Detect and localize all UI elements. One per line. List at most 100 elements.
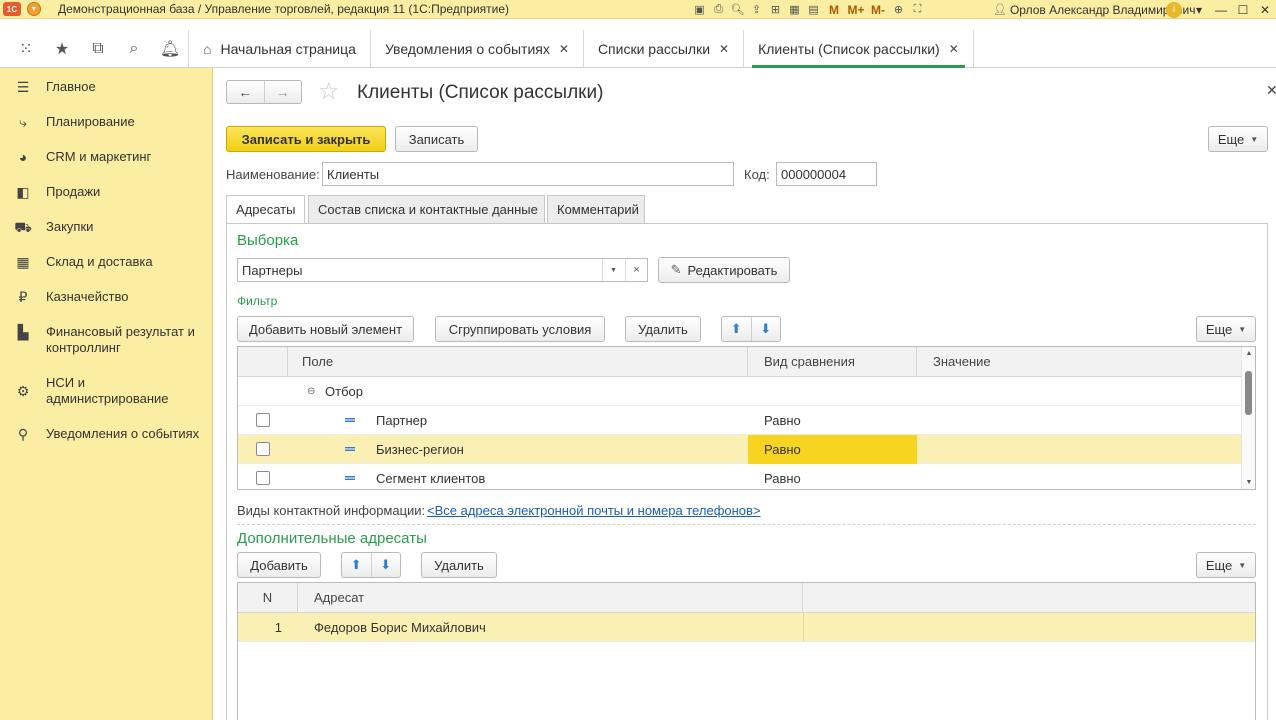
close-window-icon[interactable]: ✕ bbox=[1254, 3, 1276, 17]
cell-comparison[interactable]: Равно bbox=[748, 435, 917, 464]
tab-addressees[interactable]: Адресаты bbox=[226, 195, 305, 224]
window-title: Демонстрационная база / Управление торго… bbox=[58, 2, 510, 16]
tab-label: Начальная страница bbox=[220, 40, 356, 57]
move-buttons: ⬆ ⬇ bbox=[721, 316, 781, 342]
scroll-up-icon[interactable]: ▲ bbox=[1242, 350, 1255, 357]
title-toolbar: ▣ ⎙ 🔍︎ ⇪ ⊞ ▦ ▤ M M+ M- ⊕ ⛶ bbox=[690, 0, 927, 19]
save-button[interactable]: Записать bbox=[395, 126, 478, 152]
filter-title: Фильтр bbox=[237, 294, 278, 308]
link-icon[interactable]: ⊞ bbox=[766, 0, 785, 19]
name-field[interactable]: Клиенты bbox=[322, 162, 734, 186]
table-row[interactable]: Партнер Равно bbox=[238, 406, 1255, 435]
scroll-down-icon[interactable]: ▼ bbox=[1242, 479, 1255, 486]
sidebar-item-main[interactable]: ☰ Главное bbox=[0, 79, 213, 95]
contact-types-label: Виды контактной информации: bbox=[237, 503, 426, 518]
calendar-icon[interactable]: ▤ bbox=[804, 0, 823, 19]
move-down-icon[interactable]: ⬇ bbox=[750, 317, 781, 341]
table-row[interactable]: ⊖ Отбор bbox=[238, 377, 1255, 406]
close-form-icon[interactable]: ✕ bbox=[1266, 82, 1276, 99]
sidebar-item-purchases[interactable]: ⛟ Закупки bbox=[0, 219, 213, 235]
filter-more-button[interactable]: Еще ▼ bbox=[1196, 316, 1256, 342]
save-and-close-button[interactable]: Записать и закрыть bbox=[226, 126, 386, 152]
memory-m-button[interactable]: M bbox=[823, 0, 845, 19]
search-icon[interactable]: ⌕ bbox=[116, 30, 152, 68]
sidebar-item-planning[interactable]: ⤷ Планирование bbox=[0, 114, 213, 130]
dropdown-icon[interactable]: ▼ bbox=[602, 259, 624, 281]
clear-icon[interactable]: × bbox=[625, 259, 647, 281]
close-tab-icon[interactable]: ✕ bbox=[949, 42, 959, 56]
move-up-icon[interactable]: ⬆ bbox=[722, 317, 751, 341]
sidebar-item-sales[interactable]: ◧ Продажи bbox=[0, 184, 213, 200]
edit-button[interactable]: ✎ Редактировать bbox=[658, 257, 790, 283]
tab-home[interactable]: ⌂ Начальная страница bbox=[188, 30, 370, 67]
scrollbar[interactable]: ▲ ▼ bbox=[1241, 347, 1255, 489]
history-icon[interactable]: ⧉ bbox=[80, 30, 116, 68]
close-tab-icon[interactable]: ✕ bbox=[719, 42, 729, 56]
table-row[interactable]: Бизнес-регион Равно bbox=[238, 435, 1242, 464]
preview-icon[interactable]: 🔍︎ bbox=[728, 0, 747, 19]
more-button[interactable]: Еще ▼ bbox=[1208, 126, 1268, 152]
condition-icon bbox=[345, 418, 355, 422]
delete-addressee-button[interactable]: Удалить bbox=[421, 552, 497, 578]
contact-types-link[interactable]: <Все адреса электронной почты и номера т… bbox=[427, 503, 761, 518]
tab-comment[interactable]: Комментарий bbox=[547, 195, 645, 224]
selection-field[interactable]: Партнеры ▼ × bbox=[237, 258, 648, 282]
fullscreen-icon[interactable]: ⛶ bbox=[908, 0, 927, 19]
condition-icon bbox=[345, 476, 355, 480]
form-title: Клиенты (Список рассылки) bbox=[357, 82, 604, 103]
sidebar-item-crm[interactable]: ◕ CRM и маркетинг bbox=[0, 149, 213, 165]
minimize-icon[interactable]: — bbox=[1210, 3, 1232, 17]
back-arrow-icon[interactable]: ← bbox=[227, 81, 264, 103]
app-logo-icon: 1С bbox=[3, 2, 21, 16]
grid-header-value: Значение bbox=[917, 347, 1243, 377]
tab-mailing-lists[interactable]: Списки рассылки ✕ bbox=[582, 30, 743, 67]
favorites-star-icon[interactable]: ★ bbox=[44, 30, 80, 68]
group-conditions-button[interactable]: Сгруппировать условия bbox=[435, 316, 605, 342]
sidebar-item-event-notifications[interactable]: ⚲ Уведомления о событиях bbox=[0, 426, 213, 442]
forward-arrow-icon[interactable]: → bbox=[263, 81, 302, 103]
close-tab-icon[interactable]: ✕ bbox=[559, 42, 569, 56]
sidebar-item-treasury[interactable]: ₽ Казначейство bbox=[0, 289, 213, 305]
move-up-icon[interactable]: ⬆ bbox=[342, 553, 371, 577]
move-down-icon[interactable]: ⬇ bbox=[370, 553, 401, 577]
apps-grid-icon[interactable]: ⁙ bbox=[8, 30, 44, 68]
tab-event-notifications[interactable]: Уведомления о событиях ✕ bbox=[369, 30, 583, 67]
tab-clients-mailing-list[interactable]: Клиенты (Список рассылки) ✕ bbox=[743, 30, 974, 68]
addressees-more-button[interactable]: Еще ▼ bbox=[1196, 552, 1256, 578]
export-icon[interactable]: ⇪ bbox=[747, 0, 766, 19]
print-icon[interactable]: ⎙ bbox=[709, 0, 728, 19]
table-row[interactable]: 1 Федоров Борис Михайлович bbox=[238, 613, 1255, 642]
grid-header-check bbox=[238, 347, 288, 377]
add-button[interactable]: Добавить bbox=[237, 552, 321, 578]
notification-icon: ⚲ bbox=[17, 426, 29, 442]
sidebar-item-nsi-admin[interactable]: ⚙ НСИ и администрирование bbox=[0, 375, 213, 407]
sidebar-item-warehouse[interactable]: ▦ Склад и доставка bbox=[0, 254, 213, 270]
planning-icon: ⤷ bbox=[19, 114, 27, 130]
calculator-icon[interactable]: ▦ bbox=[785, 0, 804, 19]
main-menu-icon[interactable]: ▼ bbox=[27, 2, 41, 16]
collapse-icon[interactable]: ⊖ bbox=[307, 377, 315, 406]
cell-field: Бизнес-регион bbox=[376, 442, 464, 457]
window-menu-icon[interactable]: ▾ bbox=[1188, 3, 1210, 17]
scroll-thumb[interactable] bbox=[1245, 371, 1252, 415]
save-icon[interactable]: ▣ bbox=[690, 0, 709, 19]
menu-lines-icon: ☰ bbox=[16, 79, 30, 95]
table-row[interactable]: Сегмент клиентов Равно bbox=[238, 464, 1255, 489]
row-checkbox[interactable] bbox=[256, 471, 270, 485]
nav-arrows: ← → bbox=[226, 80, 302, 104]
sidebar-item-financial-result[interactable]: ▙ Финансовый результат и контроллинг bbox=[0, 324, 213, 356]
memory-minus-button[interactable]: M- bbox=[867, 0, 889, 19]
memory-plus-button[interactable]: M+ bbox=[845, 0, 867, 19]
favorite-star-icon[interactable]: ☆ bbox=[318, 79, 340, 105]
row-checkbox[interactable] bbox=[256, 413, 270, 427]
info-icon[interactable]: i bbox=[1166, 1, 1182, 18]
add-element-button[interactable]: Добавить новый элемент bbox=[237, 316, 414, 342]
zoom-icon[interactable]: ⊕ bbox=[889, 0, 908, 19]
tab-list-contents[interactable]: Состав списка и контактные данные bbox=[308, 195, 545, 224]
bell-icon[interactable]: 🔔︎ bbox=[152, 30, 188, 68]
row-checkbox[interactable] bbox=[256, 442, 270, 456]
code-field[interactable]: 000000004 bbox=[776, 162, 877, 186]
tab-label: Уведомления о событиях bbox=[384, 40, 550, 57]
maximize-icon[interactable]: ☐ bbox=[1232, 3, 1254, 17]
delete-button[interactable]: Удалить bbox=[625, 316, 701, 342]
